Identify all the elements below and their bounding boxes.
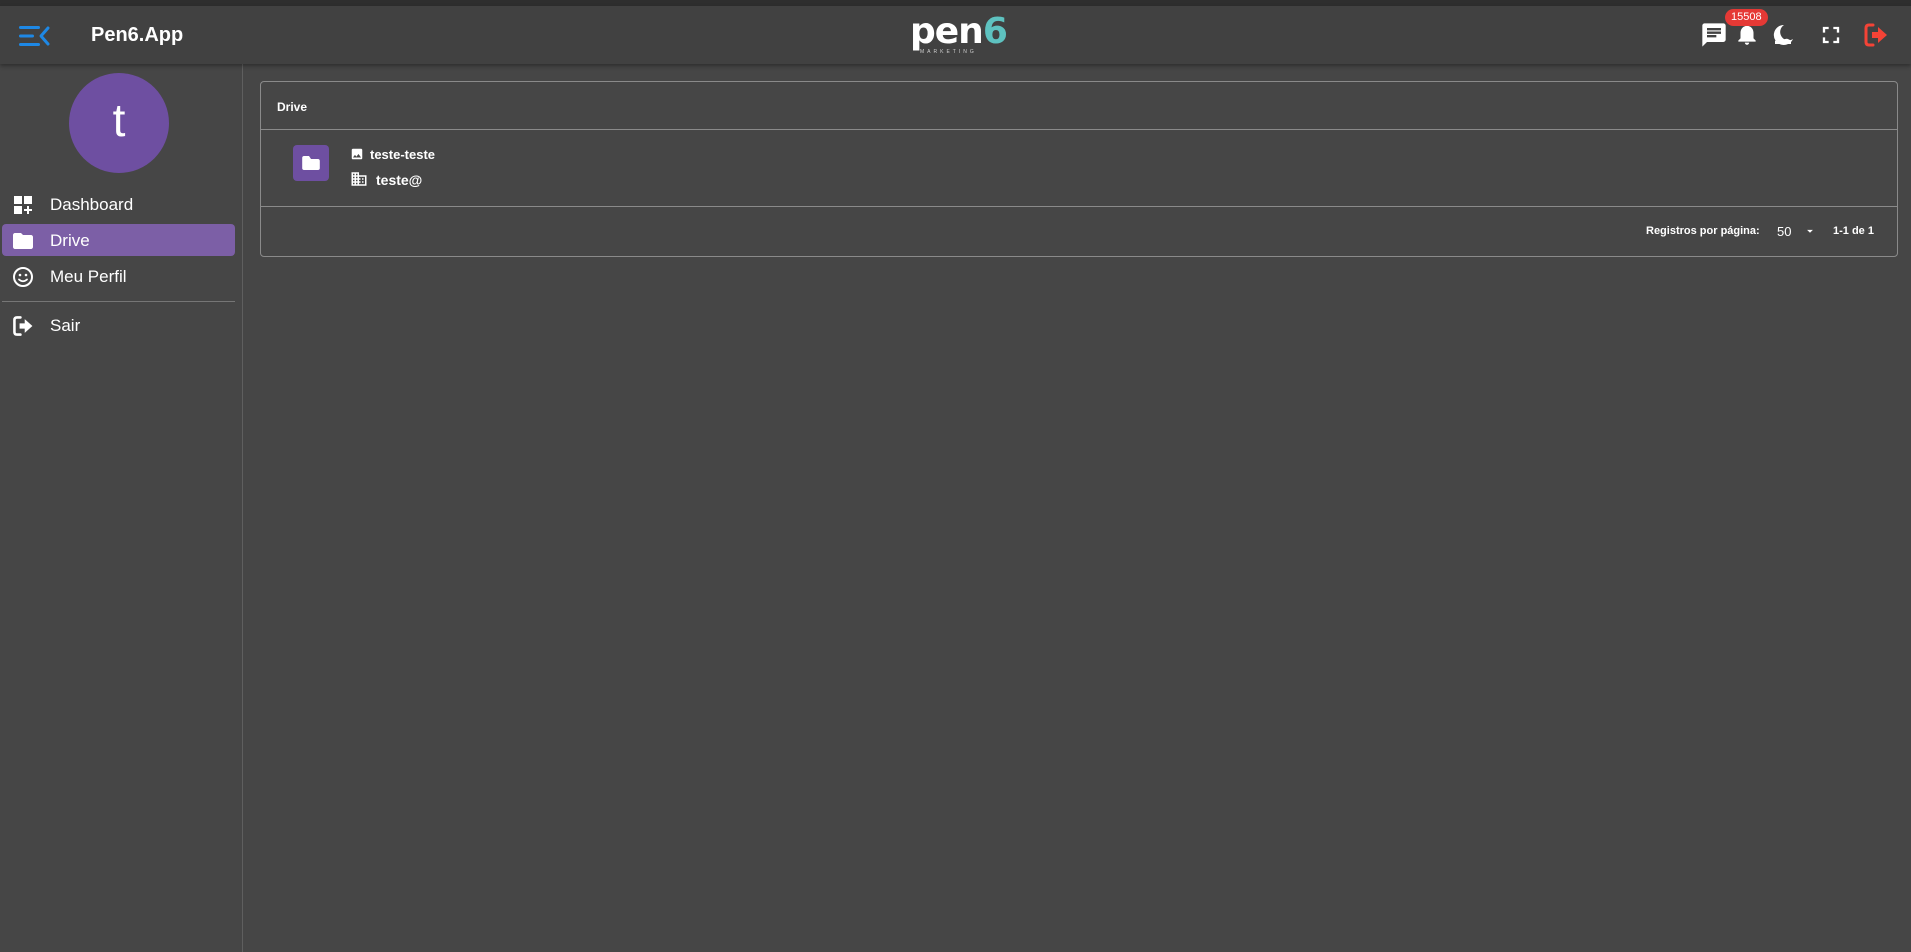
sidebar-item-sair[interactable]: Sair — [2, 309, 235, 341]
item-name: teste-teste — [370, 147, 436, 162]
sidebar-item-label: Sair — [50, 316, 81, 335]
sidebar-item-drive[interactable]: Drive — [2, 224, 235, 256]
folder-icon — [293, 145, 329, 181]
notification-badge: 15508 — [1725, 9, 1768, 26]
sidebar-item-label: Drive — [50, 231, 90, 250]
divider — [261, 206, 1897, 207]
folder-icon — [11, 229, 35, 253]
logout-icon — [11, 314, 35, 338]
item-company: teste@ — [376, 172, 423, 188]
chevron-down-icon — [1803, 224, 1817, 238]
moon-icon[interactable] — [1769, 21, 1797, 49]
sidebar-item-dashboard[interactable]: Dashboard — [2, 188, 235, 220]
pagination-range: 1-1 de 1 — [1833, 225, 1874, 237]
per-page-value: 50 — [1777, 224, 1792, 239]
avatar[interactable]: t — [69, 73, 169, 173]
drive-card: Drive teste-teste teste@ Registros por p… — [260, 81, 1898, 257]
sidebar-item-meu-perfil[interactable]: Meu Perfil — [2, 260, 235, 292]
sidebar-item-label: Dashboard — [50, 195, 134, 214]
menu-fold-icon[interactable] — [17, 23, 51, 49]
smiley-icon — [11, 265, 35, 289]
sidebar-item-label: Meu Perfil — [50, 267, 127, 286]
image-icon — [350, 147, 364, 161]
dashboard-icon — [11, 193, 35, 217]
app-title[interactable]: Pen6.App — [91, 24, 183, 47]
app-bar: Pen6.App pen6 MARKETING — [0, 6, 1911, 64]
building-icon — [350, 170, 368, 188]
per-page-select[interactable]: 50 — [1769, 219, 1821, 243]
sidebar: t Dashboard Drive Meu Perfil Sair — [0, 64, 243, 952]
logo-subtitle: MARKETING — [920, 49, 977, 55]
sidebar-divider — [2, 301, 235, 302]
chat-icon[interactable] — [1700, 21, 1728, 49]
logo-main: pen — [910, 11, 984, 52]
pen6-logo: pen6 MARKETING — [908, 11, 1008, 58]
fullscreen-icon[interactable] — [1817, 21, 1845, 49]
per-page-label: Registros por página: — [1646, 225, 1760, 237]
list-item[interactable]: teste-teste teste@ — [261, 130, 1897, 206]
logo-accent: 6 — [982, 11, 1008, 52]
card-title: Drive — [277, 100, 308, 114]
logout-icon[interactable] — [1862, 21, 1890, 49]
